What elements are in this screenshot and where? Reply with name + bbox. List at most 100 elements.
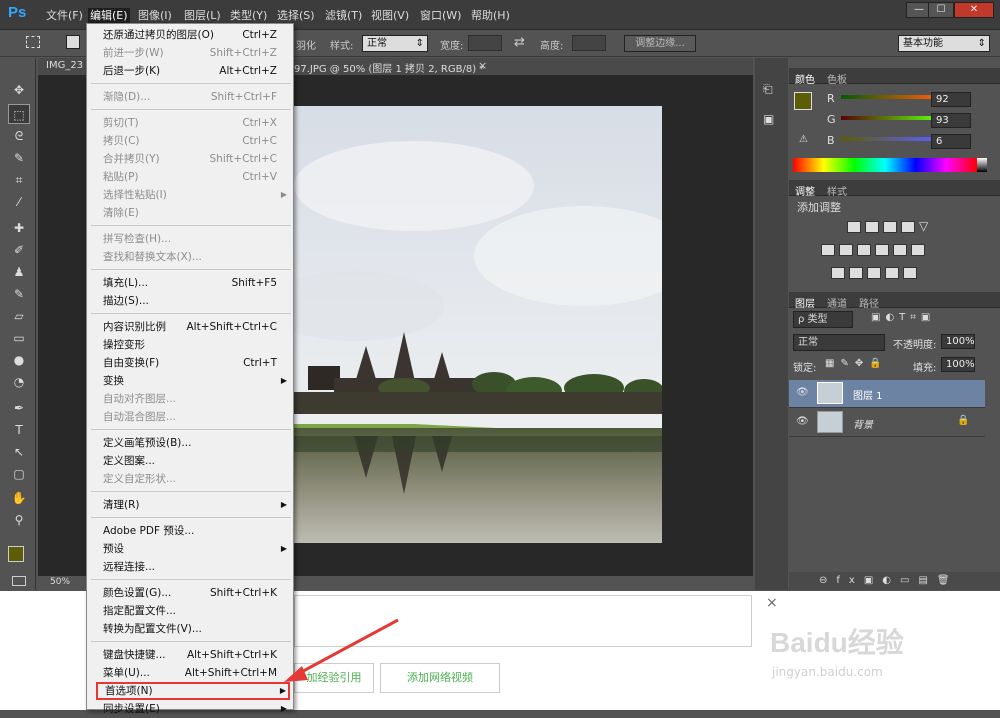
- invert-icon[interactable]: [831, 267, 845, 279]
- zoom-level[interactable]: 50%: [50, 577, 70, 587]
- document-tab-label[interactable]: IMG_23: [46, 60, 83, 71]
- document-tab-title[interactable]: 97.JPG @ 50% (图层 1 拷贝 2, RGB/8) *: [294, 60, 484, 75]
- edit-menu-item[interactable]: 键盘快捷键... Alt+Shift+Ctrl+K: [103, 646, 279, 664]
- opacity-value[interactable]: 100%: [941, 334, 975, 349]
- menu-view[interactable]: 视图(V): [369, 8, 411, 24]
- stamp-tool-icon[interactable]: ♟: [8, 262, 30, 282]
- tab-color[interactable]: 颜色: [795, 71, 815, 86]
- channel-mixer-icon[interactable]: [893, 244, 907, 256]
- foreground-color-swatch[interactable]: [8, 546, 24, 562]
- levels-icon[interactable]: [865, 221, 879, 233]
- menu-window[interactable]: 窗口(W): [418, 8, 463, 24]
- layer-row-background[interactable]: 👁 背景 🔒: [789, 409, 985, 437]
- lock-icons[interactable]: ▦✎✥🔒: [825, 358, 888, 369]
- layer-filter-icons[interactable]: ▣◐T⌗▣: [871, 312, 935, 323]
- hand-tool-icon[interactable]: ✋: [8, 488, 30, 508]
- layer-name[interactable]: 背景: [853, 416, 873, 431]
- edit-menu-item[interactable]: 还原通过拷贝的图层(O) Ctrl+Z: [103, 26, 279, 44]
- selective-color-icon[interactable]: [885, 267, 899, 279]
- edit-menu-item[interactable]: 定义画笔预设(B)...: [103, 434, 279, 452]
- quick-select-tool-icon[interactable]: ✎: [8, 148, 30, 168]
- edit-menu-item[interactable]: 首选项(N) ▶: [96, 682, 290, 700]
- history-panel-icon[interactable]: ⎗: [763, 82, 779, 98]
- tab-layers[interactable]: 图层: [795, 295, 815, 310]
- edit-menu-item[interactable]: 内容识别比例 Alt+Shift+Ctrl+C: [103, 318, 279, 336]
- edit-menu-item[interactable]: 菜单(U)... Alt+Shift+Ctrl+M: [103, 664, 279, 682]
- color-lookup-icon[interactable]: [911, 244, 925, 256]
- edit-menu-item[interactable]: 指定配置文件...: [103, 602, 279, 620]
- close-button[interactable]: ✕: [954, 2, 994, 18]
- edit-menu-item[interactable]: 填充(L)... Shift+F5: [103, 274, 279, 292]
- green-value[interactable]: 93: [931, 113, 971, 128]
- color-balance-icon[interactable]: [839, 244, 853, 256]
- brightness-icon[interactable]: [847, 221, 861, 233]
- photo-filter-icon[interactable]: [875, 244, 889, 256]
- hue-saturation-icon[interactable]: [821, 244, 835, 256]
- properties-panel-icon[interactable]: ▣: [763, 112, 779, 128]
- edit-menu-item[interactable]: Adobe PDF 预设...: [103, 522, 279, 540]
- menu-file[interactable]: 文件(F): [44, 8, 85, 24]
- marquee-icon[interactable]: [26, 36, 40, 48]
- layer-filter-select[interactable]: ρ 类型: [793, 311, 853, 328]
- menu-image[interactable]: 图像(I): [136, 8, 174, 24]
- new-selection-icon[interactable]: [66, 35, 80, 49]
- path-select-icon[interactable]: ↖: [8, 442, 30, 462]
- workspace-select[interactable]: 基本功能 ⇕: [898, 35, 990, 52]
- dodge-tool-icon[interactable]: ◔: [8, 372, 30, 392]
- move-tool-icon[interactable]: ✥: [8, 80, 30, 100]
- close-icon[interactable]: ×: [766, 595, 778, 611]
- edit-menu-item[interactable]: 自由变换(F) Ctrl+T: [103, 354, 279, 372]
- edit-menu-item[interactable]: 定义图案...: [103, 452, 279, 470]
- blue-slider[interactable]: [841, 137, 937, 141]
- height-field[interactable]: [572, 35, 606, 51]
- menu-filter[interactable]: 滤镜(T): [323, 8, 364, 24]
- blue-value[interactable]: 6: [931, 134, 971, 149]
- menu-help[interactable]: 帮助(H): [469, 8, 512, 24]
- layer-name[interactable]: 图层 1: [853, 387, 883, 402]
- tab-adjustments[interactable]: 调整: [795, 183, 815, 198]
- document-image[interactable]: [294, 106, 662, 543]
- edit-menu-item[interactable]: 描边(S)...: [103, 292, 279, 310]
- vibrance-icon[interactable]: ▽: [919, 220, 933, 233]
- edit-menu-item[interactable]: 同步设置(E) ▶: [103, 700, 287, 718]
- black-white-icon[interactable]: [857, 244, 871, 256]
- black-white-ramp[interactable]: [977, 158, 987, 172]
- edit-menu-item[interactable]: 清理(R) ▶: [103, 496, 287, 514]
- tab-channels[interactable]: 通道: [827, 295, 847, 310]
- color-spectrum[interactable]: [793, 158, 977, 172]
- type-tool-icon[interactable]: T: [8, 420, 30, 440]
- red-slider[interactable]: [841, 95, 937, 99]
- width-field[interactable]: [468, 35, 502, 51]
- edit-menu-item[interactable]: 远程连接...: [103, 558, 279, 576]
- zoom-tool-icon[interactable]: ⚲: [8, 510, 30, 530]
- eraser-tool-icon[interactable]: ▱: [8, 306, 30, 326]
- tab-styles[interactable]: 样式: [827, 183, 847, 198]
- shape-tool-icon[interactable]: ▢: [8, 464, 30, 484]
- swap-icon[interactable]: ⇄: [514, 35, 525, 50]
- menu-select[interactable]: 选择(S): [275, 8, 317, 24]
- layer-row-layer1[interactable]: 👁 图层 1: [789, 380, 985, 408]
- layers-footer-icons[interactable]: ⊖fx▣◐▭▤🗑: [789, 572, 1000, 590]
- threshold-icon[interactable]: [867, 267, 881, 279]
- lasso-tool-icon[interactable]: ᘓ: [8, 126, 30, 146]
- history-brush-icon[interactable]: ✎: [8, 284, 30, 304]
- edit-menu-item[interactable]: 操控变形: [103, 336, 279, 354]
- exposure-icon[interactable]: [901, 221, 915, 233]
- fill-value[interactable]: 100%: [941, 357, 975, 372]
- edit-menu-item[interactable]: 转换为配置文件(V)...: [103, 620, 279, 638]
- gradient-map-icon[interactable]: [903, 267, 917, 279]
- marquee-tool-icon[interactable]: ⬚: [8, 104, 30, 124]
- curves-icon[interactable]: [883, 221, 897, 233]
- style-select[interactable]: 正常 ⇕: [362, 35, 428, 52]
- edit-menu-item[interactable]: 颜色设置(G)... Shift+Ctrl+K: [103, 584, 279, 602]
- eye-icon[interactable]: 👁: [796, 387, 809, 398]
- edit-menu-item[interactable]: 预设 ▶: [103, 540, 287, 558]
- pen-tool-icon[interactable]: ✒: [8, 398, 30, 418]
- menu-type[interactable]: 类型(Y): [228, 8, 269, 24]
- brush-tool-icon[interactable]: ✐: [8, 240, 30, 260]
- eye-icon[interactable]: 👁: [796, 416, 809, 427]
- eyedropper-tool-icon[interactable]: ⁄: [8, 192, 30, 212]
- tab-swatches[interactable]: 色板: [827, 71, 847, 86]
- tab-paths[interactable]: 路径: [859, 295, 879, 310]
- gradient-tool-icon[interactable]: ▭: [8, 328, 30, 348]
